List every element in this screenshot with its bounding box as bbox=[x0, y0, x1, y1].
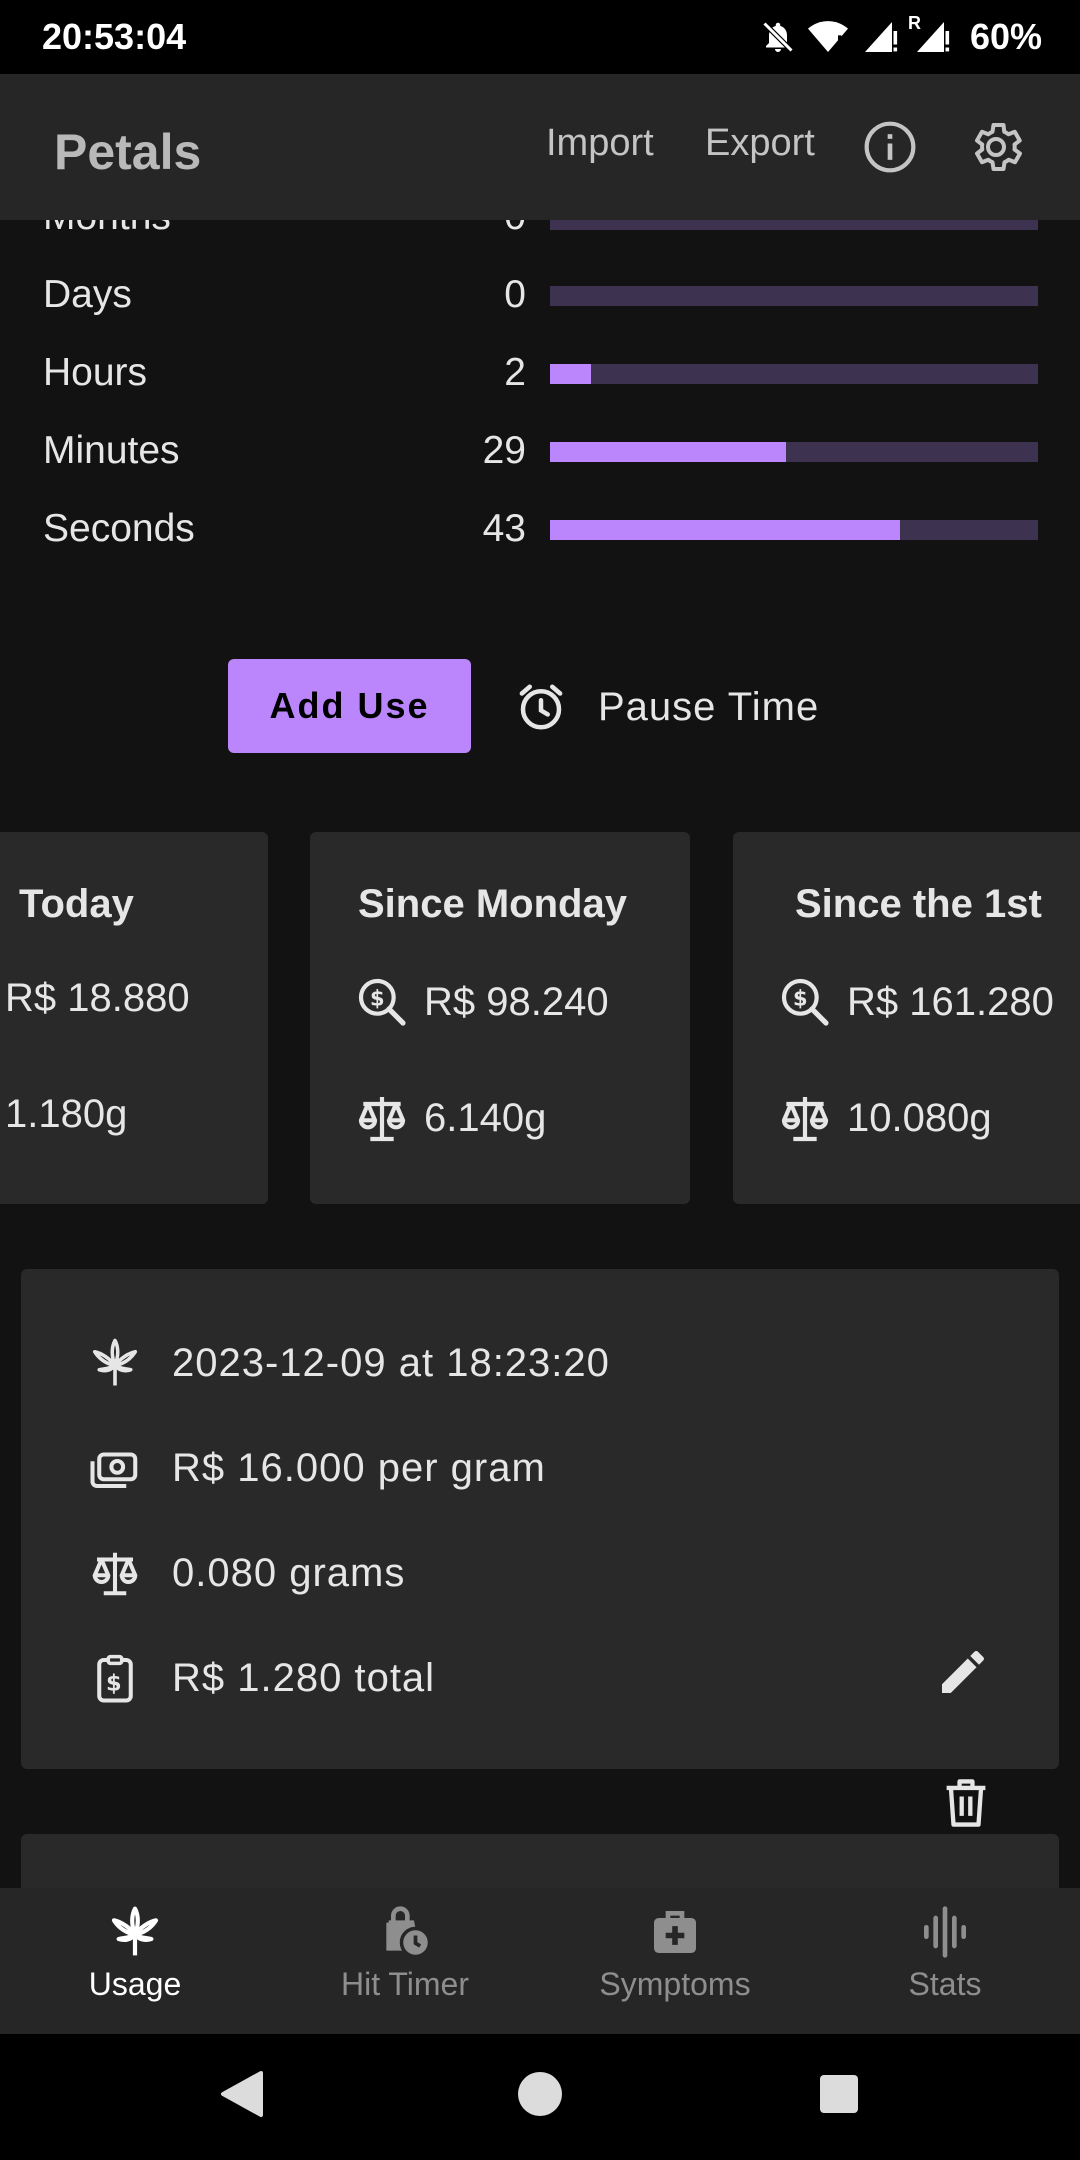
nav-hit-timer[interactable]: Hit Timer bbox=[270, 1904, 540, 2024]
svg-text:$: $ bbox=[370, 987, 385, 1011]
timer-progress-fill bbox=[550, 364, 591, 384]
waveform-icon bbox=[924, 1906, 966, 1958]
import-button[interactable]: Import bbox=[546, 120, 654, 166]
timer-progress-bar bbox=[550, 520, 1038, 540]
wifi-icon bbox=[807, 19, 848, 55]
nav-usage[interactable]: Usage bbox=[0, 1904, 270, 2024]
timer-row-value: 0 bbox=[504, 220, 526, 240]
nav-label: Symptoms bbox=[599, 1966, 751, 2002]
timer-progress-fill bbox=[550, 520, 900, 540]
nav-symptoms[interactable]: Symptoms bbox=[540, 1904, 810, 2024]
pause-time-button[interactable]: Pause Time bbox=[514, 675, 819, 739]
status-time: 20:53:04 bbox=[42, 16, 187, 57]
summary-cost: $ R$ 161.280 bbox=[777, 974, 1054, 1030]
svg-text:$: $ bbox=[793, 987, 808, 1011]
system-navigation-bar bbox=[0, 2034, 1080, 2160]
timer-progress-fill bbox=[550, 442, 786, 462]
timer-row-value: 0 bbox=[504, 273, 526, 316]
receipt-dollar-icon: $ bbox=[97, 1654, 133, 1703]
money-search-icon: $ bbox=[781, 978, 829, 1026]
svg-text:$: $ bbox=[106, 1670, 124, 1696]
summary-cost: R$ 18.880 bbox=[5, 976, 190, 1020]
nav-label: Usage bbox=[88, 1966, 182, 2002]
summary-amount: 10.080g bbox=[777, 1090, 992, 1146]
summary-title: Since the 1st bbox=[795, 882, 1042, 926]
summary-amount: 6.140g bbox=[354, 1090, 546, 1146]
app-title: Petals bbox=[54, 124, 202, 180]
status-icons: R 60% bbox=[760, 13, 1042, 60]
trash-icon bbox=[946, 1779, 986, 1827]
medical-kit-icon bbox=[654, 1911, 696, 1953]
info-button[interactable] bbox=[862, 119, 918, 175]
pause-time-label: Pause Time bbox=[598, 684, 820, 729]
settings-button[interactable] bbox=[966, 117, 1026, 177]
signal-icon bbox=[860, 19, 900, 55]
edit-entry-button[interactable] bbox=[935, 1644, 991, 1705]
nav-label: Hit Timer bbox=[341, 1966, 469, 2002]
roaming-signal-icon: R bbox=[908, 13, 952, 55]
summary-title: Today bbox=[19, 882, 134, 926]
export-button[interactable]: Export bbox=[705, 120, 815, 166]
gear-icon bbox=[975, 123, 1022, 171]
timer-row-value: 2 bbox=[504, 351, 526, 394]
timer-progress-bar bbox=[550, 220, 1038, 230]
notifications-off-icon bbox=[760, 19, 796, 55]
usage-entry-card bbox=[21, 1834, 1059, 1888]
timer-row-label: Days bbox=[43, 273, 132, 316]
timer-row-label: Hours bbox=[43, 351, 148, 394]
timer-progress-bar bbox=[550, 286, 1038, 306]
summary-title: Since Monday bbox=[358, 882, 627, 926]
entry-timestamp: 2023-12-09 at 18:23:20 bbox=[88, 1335, 610, 1391]
entry-price: R$ 16.000 per gram bbox=[88, 1440, 546, 1496]
timer-row-label: Months bbox=[43, 220, 171, 240]
cash-icon bbox=[90, 1452, 138, 1489]
timer-bag-icon bbox=[386, 1906, 432, 1959]
pencil-icon bbox=[942, 1650, 984, 1693]
summary-amount: 1.180g bbox=[5, 1092, 128, 1136]
timer-row-label: Minutes bbox=[43, 429, 180, 472]
home-icon[interactable] bbox=[517, 2071, 563, 2117]
delete-entry-button[interactable] bbox=[940, 1775, 992, 1836]
entry-total: $ R$ 1.280 total bbox=[88, 1650, 435, 1706]
entry-grams: 0.080 grams bbox=[88, 1545, 405, 1601]
battery-percentage: 60% bbox=[969, 16, 1042, 57]
roaming-marker: R bbox=[907, 13, 921, 33]
timer-row-value: 43 bbox=[482, 507, 526, 550]
money-search-icon: $ bbox=[358, 978, 406, 1026]
scale-icon bbox=[92, 1552, 138, 1596]
nav-label: Stats bbox=[908, 1966, 982, 2002]
nav-stats[interactable]: Stats bbox=[810, 1904, 1080, 2024]
add-use-button[interactable]: Add Use bbox=[228, 659, 471, 753]
alarm-clock-icon bbox=[519, 684, 563, 730]
scale-icon bbox=[358, 1097, 406, 1142]
usage-content[interactable]: Months 0 Days 0 Hours 2 Minutes 29 Secon… bbox=[0, 220, 1080, 1888]
back-icon[interactable] bbox=[218, 2069, 264, 2119]
summary-cost: $ R$ 98.240 bbox=[354, 974, 609, 1030]
cannabis-leaf-icon bbox=[92, 1338, 138, 1386]
timer-row-label: Seconds bbox=[43, 507, 195, 550]
timer-progress-bar bbox=[550, 442, 1038, 462]
cannabis-leaf-icon bbox=[111, 1906, 159, 1956]
timer-progress-bar bbox=[550, 364, 1038, 384]
recents-icon[interactable] bbox=[818, 2073, 860, 2115]
scale-icon bbox=[781, 1097, 829, 1142]
info-icon bbox=[864, 121, 916, 173]
timer-row-value: 29 bbox=[482, 429, 526, 472]
